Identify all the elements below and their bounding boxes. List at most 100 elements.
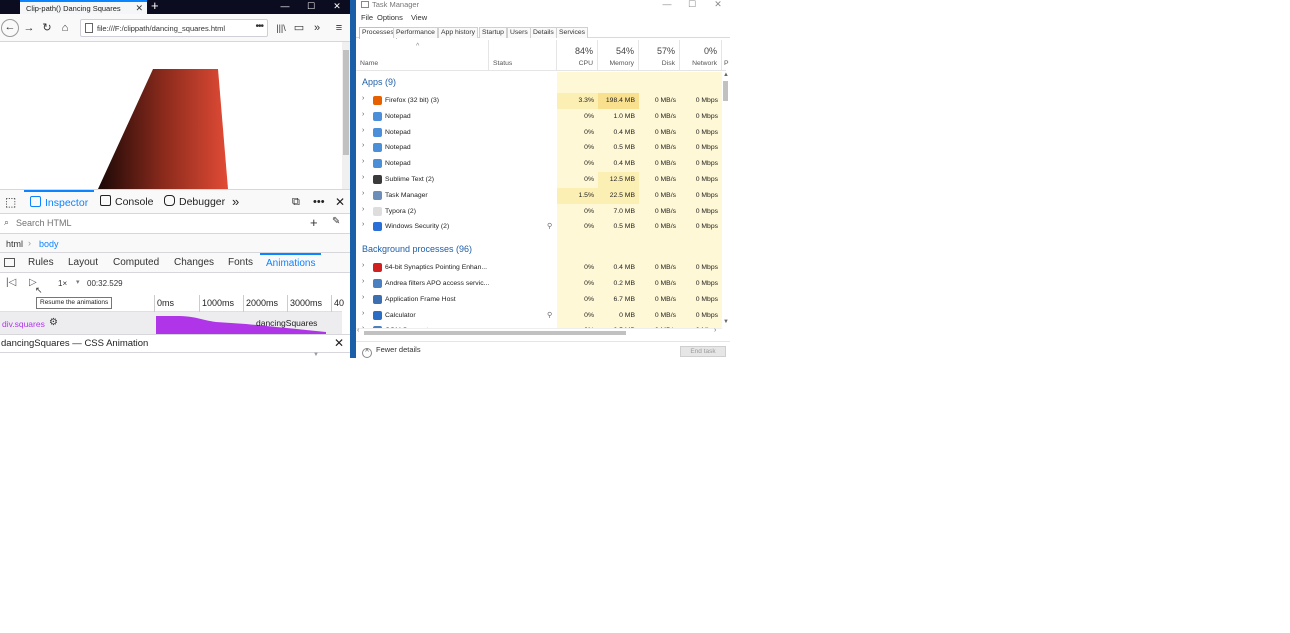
- expand-icon[interactable]: ›: [362, 190, 364, 197]
- close-window-icon[interactable]: ✕: [705, 0, 730, 10]
- forward-icon[interactable]: →: [20, 19, 38, 37]
- tab-users[interactable]: Users: [507, 27, 531, 38]
- scroll-down-icon[interactable]: ▼: [723, 319, 729, 325]
- browser-tab[interactable]: Clip-path() Dancing Squares ✕: [20, 0, 147, 14]
- more-tools-icon[interactable]: »: [232, 190, 239, 214]
- tab-startup[interactable]: Startup: [479, 27, 507, 38]
- expand-icon[interactable]: ›: [362, 95, 364, 102]
- breadcrumb-html[interactable]: html: [6, 239, 23, 249]
- close-tab-icon[interactable]: ✕: [135, 1, 143, 15]
- page-scrollbar[interactable]: [342, 42, 350, 189]
- fewer-details-button[interactable]: ^ Fewer details: [362, 345, 421, 358]
- column-network[interactable]: 0% Network: [680, 40, 722, 70]
- devtools-menu-icon[interactable]: •••: [313, 190, 325, 214]
- tab-performance[interactable]: Performance: [393, 27, 438, 38]
- process-row[interactable]: › Application Frame Host 0% 6.7 MB 0 MB/s 0 M…: [356, 291, 722, 308]
- process-row[interactable]: › Andrea filters APO access servic... 0% 0.…: [356, 275, 722, 292]
- expand-icon[interactable]: ›: [362, 174, 364, 181]
- menu-icon[interactable]: ≡: [330, 19, 348, 37]
- expand-icon[interactable]: ›: [362, 111, 364, 118]
- tab-services[interactable]: Services: [556, 27, 589, 38]
- scroll-right-icon[interactable]: ›: [714, 327, 716, 334]
- sidebar-icon[interactable]: ▭: [290, 19, 308, 37]
- process-row[interactable]: › Sublime Text (2) 0% 12.5 MB 0 MB/s 0 Mbps: [356, 171, 722, 188]
- element-picker-icon[interactable]: ⬚: [5, 190, 16, 214]
- add-node-icon[interactable]: +: [310, 215, 318, 230]
- animation-row[interactable]: div.squares ⚙ dancingSquares: [0, 312, 342, 334]
- library-icon[interactable]: |||\: [272, 19, 290, 37]
- maximize-icon[interactable]: ☐: [679, 0, 705, 10]
- menu-view[interactable]: View: [411, 13, 427, 22]
- tab-layout[interactable]: Layout: [68, 253, 98, 273]
- maximize-icon[interactable]: ☐: [298, 0, 324, 14]
- group-header[interactable]: Apps (9): [356, 72, 722, 93]
- tab-details[interactable]: Details: [530, 27, 557, 38]
- tab-processes[interactable]: Processes: [359, 27, 397, 39]
- tab-fonts[interactable]: Fonts: [228, 253, 253, 273]
- end-task-button[interactable]: End task: [680, 346, 726, 357]
- expand-icon[interactable]: ›: [362, 142, 364, 149]
- home-icon[interactable]: ⌂: [56, 19, 74, 37]
- close-detail-icon[interactable]: ✕: [334, 336, 344, 350]
- tab-rules[interactable]: Rules: [28, 253, 54, 273]
- scroll-left-icon[interactable]: ‹: [357, 327, 359, 334]
- expand-icon[interactable]: ›: [362, 158, 364, 165]
- process-row[interactable]: › Notepad 0% 1.0 MB 0 MB/s 0 Mbps: [356, 108, 722, 125]
- column-status[interactable]: Status: [489, 40, 557, 70]
- process-row[interactable]: › Windows Security (2) ⚲ 0% 0.5 MB 0 MB/s 0 Mb…: [356, 219, 722, 236]
- target-icon[interactable]: ⚙: [49, 317, 58, 328]
- reload-icon[interactable]: ↻: [38, 19, 56, 37]
- dock-icon[interactable]: ⧉: [292, 190, 300, 214]
- expand-icon[interactable]: ›: [362, 221, 364, 228]
- horizontal-scrollbar[interactable]: ‹ ›: [356, 327, 722, 336]
- eyedropper-icon[interactable]: ✎: [332, 216, 340, 227]
- chevron-down-icon[interactable]: ▾: [76, 278, 80, 286]
- close-window-icon[interactable]: ✕: [324, 0, 350, 14]
- animated-element[interactable]: div.squares: [2, 319, 45, 329]
- playback-rate[interactable]: 1×: [58, 279, 67, 288]
- process-row[interactable]: › Typora (2) 0% 7.0 MB 0 MB/s 0 Mbps: [356, 203, 722, 220]
- menu-file[interactable]: File: [361, 13, 373, 22]
- scroll-thumb[interactable]: [723, 81, 728, 101]
- back-icon[interactable]: ←: [1, 19, 19, 37]
- process-row[interactable]: › Task Manager 1.5% 22.5 MB 0 MB/s 0 Mbps: [356, 187, 722, 204]
- scroll-up-icon[interactable]: ▲: [723, 72, 729, 78]
- column-power[interactable]: P: [724, 60, 729, 67]
- process-row[interactable]: › Notepad 0% 0.4 MB 0 MB/s 0 Mbps: [356, 156, 722, 172]
- toggle-pane-icon[interactable]: [4, 258, 15, 267]
- expand-icon[interactable]: ›: [362, 310, 364, 317]
- group-header[interactable]: Background processes (96): [356, 239, 722, 261]
- tab-console[interactable]: Console: [100, 190, 154, 214]
- expand-icon[interactable]: ›: [362, 127, 364, 134]
- process-row[interactable]: › 64-bit Synaptics Pointing Enhan... 0% 0.4…: [356, 260, 722, 276]
- search-html-input[interactable]: Search HTML: [16, 218, 72, 228]
- rewind-icon[interactable]: |◁: [6, 277, 16, 288]
- new-tab-icon[interactable]: +: [151, 0, 159, 13]
- column-disk[interactable]: 57% Disk: [639, 40, 680, 70]
- page-actions-icon[interactable]: •••: [255, 21, 263, 32]
- tab-inspector[interactable]: Inspector: [24, 190, 95, 214]
- expand-icon[interactable]: ›: [362, 278, 364, 285]
- expand-icon[interactable]: ›: [362, 262, 364, 269]
- page-scroll-thumb[interactable]: [343, 50, 349, 155]
- tab-computed[interactable]: Computed: [113, 253, 159, 273]
- horizontal-scroll-thumb[interactable]: [364, 331, 626, 335]
- breadcrumb-body[interactable]: body: [39, 239, 59, 249]
- column-memory[interactable]: 54% Memory: [598, 40, 639, 70]
- minimize-icon[interactable]: —: [654, 0, 680, 9]
- expand-icon[interactable]: ›: [362, 294, 364, 301]
- column-name[interactable]: ^ Name: [356, 40, 489, 70]
- expand-icon[interactable]: ›: [362, 206, 364, 213]
- process-row[interactable]: › Firefox (32 bit) (3) 3.3% 198.4 MB 0 MB/s 0…: [356, 93, 722, 109]
- tab-app-history[interactable]: App history: [438, 27, 479, 38]
- overflow-icon[interactable]: »: [308, 19, 326, 37]
- column-cpu[interactable]: 84% CPU: [557, 40, 598, 70]
- close-devtools-icon[interactable]: ✕: [335, 190, 345, 214]
- tab-animations[interactable]: Animations: [260, 253, 322, 273]
- tab-debugger[interactable]: Debugger: [164, 190, 225, 214]
- process-row[interactable]: › Notepad 0% 0.4 MB 0 MB/s 0 Mbps: [356, 124, 722, 141]
- tab-changes[interactable]: Changes: [174, 253, 214, 273]
- process-row[interactable]: › Calculator ⚲ 0% 0 MB 0 MB/s 0 Mbps: [356, 307, 722, 324]
- process-row[interactable]: › Notepad 0% 0.5 MB 0 MB/s 0 Mbps: [356, 140, 722, 157]
- menu-options[interactable]: Options: [377, 13, 403, 22]
